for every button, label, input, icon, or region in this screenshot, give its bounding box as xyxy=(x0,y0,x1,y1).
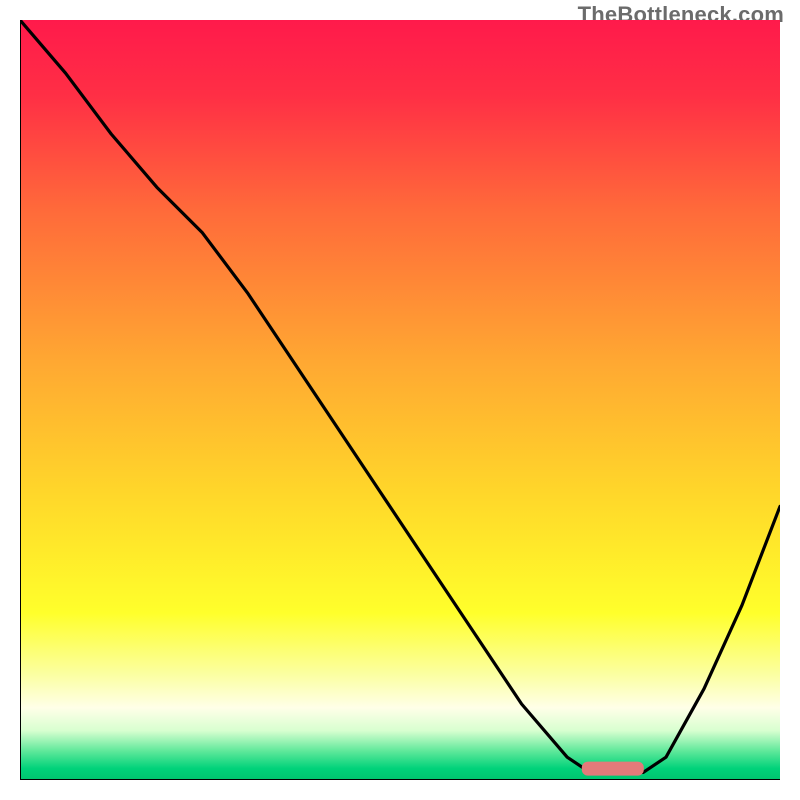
chart-svg xyxy=(20,20,780,780)
gradient-background xyxy=(20,20,780,780)
optimum-marker xyxy=(582,762,644,776)
plot-area xyxy=(20,20,780,780)
chart-container: TheBottleneck.com xyxy=(0,0,800,800)
